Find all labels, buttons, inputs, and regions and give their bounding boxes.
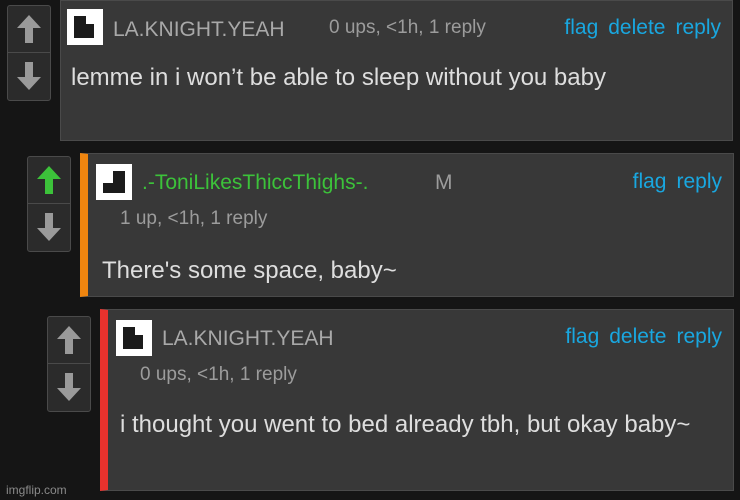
username-link[interactable]: LA.KNIGHT.YEAH bbox=[113, 18, 285, 42]
upvote-button[interactable] bbox=[8, 6, 50, 53]
avatar[interactable] bbox=[96, 164, 132, 200]
comment-meta: 1 up, <1h, 1 reply bbox=[120, 208, 268, 229]
downvote-button[interactable] bbox=[48, 364, 90, 410]
vote-column bbox=[47, 316, 91, 412]
username-link[interactable]: LA.KNIGHT.YEAH bbox=[162, 327, 334, 351]
username-link[interactable]: .-ToniLikesThiccThighs-. bbox=[142, 171, 368, 195]
arrow-up-icon bbox=[57, 326, 81, 354]
comment-actions: flag delete reply bbox=[555, 325, 722, 349]
upvote-button[interactable] bbox=[28, 157, 70, 204]
downvote-button[interactable] bbox=[28, 204, 70, 250]
upvote-button[interactable] bbox=[48, 317, 90, 364]
arrow-down-icon bbox=[37, 213, 61, 241]
comment-text: i thought you went to bed already tbh, b… bbox=[120, 411, 691, 438]
comment-text: lemme in i won’t be able to sleep withou… bbox=[71, 64, 606, 91]
comment-actions: flag reply bbox=[623, 170, 722, 194]
watermark: imgflip.com bbox=[6, 483, 67, 497]
comment-meta: 0 ups, <1h, 1 reply bbox=[140, 364, 297, 385]
vote-column bbox=[27, 156, 71, 252]
comment-actions: flag delete reply bbox=[554, 16, 721, 40]
comment-text: There's some space, baby~ bbox=[102, 257, 397, 284]
user-avatar-icon bbox=[103, 171, 125, 193]
flag-link[interactable]: flag bbox=[564, 16, 598, 39]
downvote-button[interactable] bbox=[8, 53, 50, 99]
arrow-up-icon bbox=[17, 15, 41, 43]
gender-badge: M bbox=[435, 171, 453, 194]
reply-link[interactable]: reply bbox=[676, 325, 722, 348]
comment-card: .-ToniLikesThiccThighs-. M flag reply 1 u… bbox=[80, 153, 734, 297]
reply-link[interactable]: reply bbox=[675, 16, 721, 39]
comment-card: LA.KNIGHT.YEAH flag delete reply 0 ups, <1… bbox=[100, 309, 734, 491]
arrow-up-icon bbox=[37, 166, 61, 194]
delete-link[interactable]: delete bbox=[609, 325, 666, 348]
reply-link[interactable]: reply bbox=[676, 170, 722, 193]
comment-meta: 0 ups, <1h, 1 reply bbox=[329, 17, 486, 38]
delete-link[interactable]: delete bbox=[608, 16, 665, 39]
comment-card: LA.KNIGHT.YEAH 0 ups, <1h, 1 reply flag d… bbox=[60, 0, 733, 141]
vote-column bbox=[7, 5, 51, 101]
avatar[interactable] bbox=[116, 320, 152, 356]
flag-link[interactable]: flag bbox=[633, 170, 667, 193]
arrow-down-icon bbox=[17, 62, 41, 90]
arrow-down-icon bbox=[57, 373, 81, 401]
flag-link[interactable]: flag bbox=[565, 325, 599, 348]
user-avatar-icon bbox=[74, 16, 94, 38]
avatar[interactable] bbox=[67, 9, 103, 45]
user-avatar-icon bbox=[123, 327, 143, 349]
